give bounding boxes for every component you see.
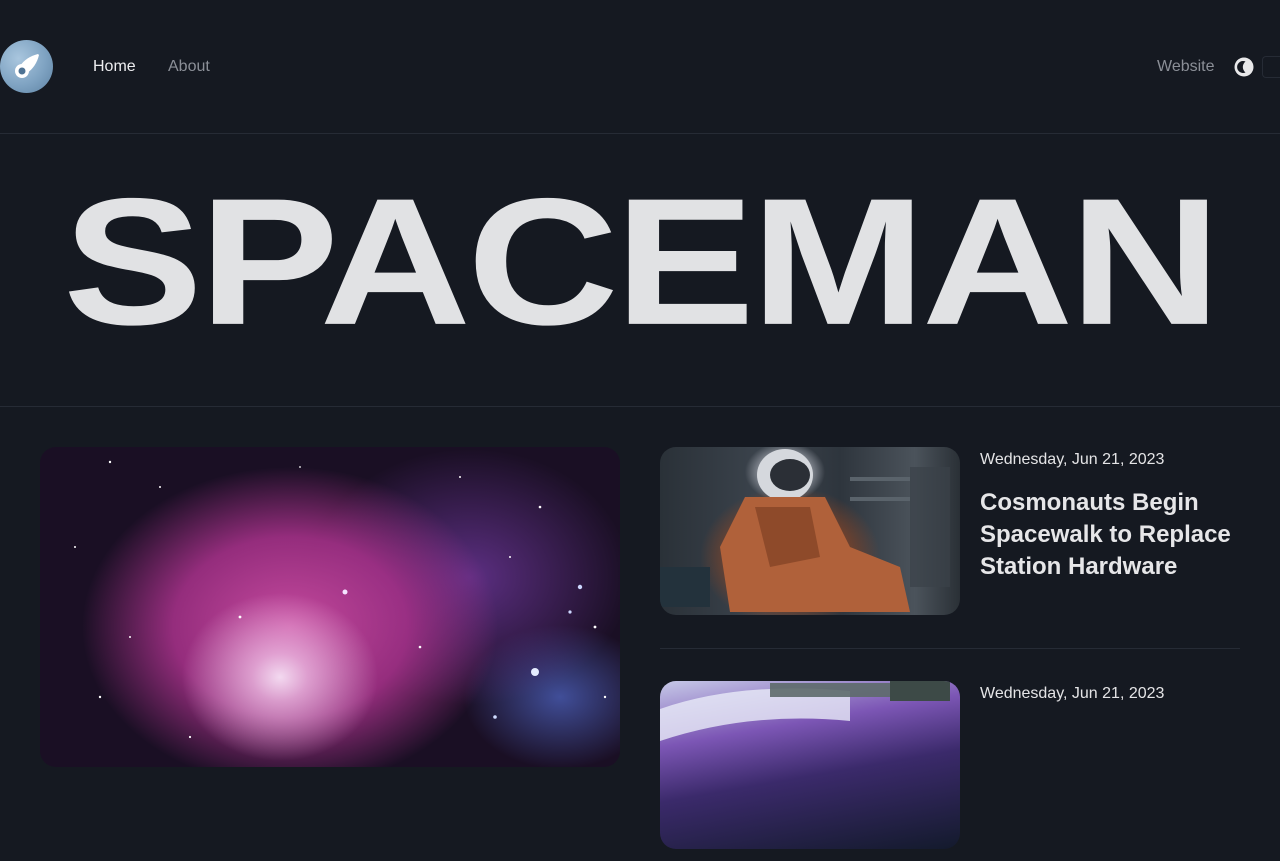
toggle-edge xyxy=(1262,56,1280,78)
astronaut-photo xyxy=(660,449,950,612)
post-thumbnail-station[interactable] xyxy=(660,681,960,849)
post-card[interactable]: Wednesday, Jun 21, 2023 Cosmonauts Begin… xyxy=(660,447,1240,649)
site-logo[interactable] xyxy=(0,40,53,93)
post-title-link[interactable]: Cosmonauts Begin Spacewalk to Replace St… xyxy=(980,487,1240,583)
site-header: Home About Website xyxy=(0,0,1280,134)
post-card[interactable]: Wednesday, Jun 21, 2023 xyxy=(660,681,1240,861)
post-date: Wednesday, Jun 21, 2023 xyxy=(980,451,1165,468)
space-station-photo xyxy=(660,681,950,741)
nav-home-link[interactable]: Home xyxy=(93,58,136,76)
post-date: Wednesday, Jun 21, 2023 xyxy=(980,685,1165,702)
post-thumbnail-astronaut[interactable] xyxy=(660,447,960,615)
nav-website-link[interactable]: Website xyxy=(1157,58,1215,76)
featured-post-image[interactable] xyxy=(40,447,620,767)
moon-icon xyxy=(1234,57,1254,77)
nav-about-link[interactable]: About xyxy=(168,58,210,76)
nebula-stars xyxy=(74,460,607,739)
hero-title: SPACEMAN xyxy=(62,160,1221,363)
comet-logo-icon xyxy=(15,54,39,78)
theme-toggle-button[interactable] xyxy=(1234,57,1254,77)
hero-section: SPACEMAN xyxy=(0,134,1280,407)
